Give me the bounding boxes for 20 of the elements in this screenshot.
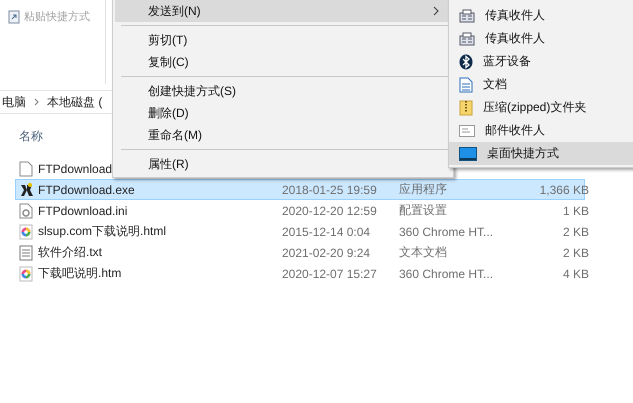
- file-name: FTPdownload.exe: [38, 182, 135, 196]
- file-size: 2 KB: [562, 246, 589, 260]
- file-name: slsup.com下载说明.html: [38, 223, 166, 240]
- file-date: 2015-12-14 0:04: [282, 224, 370, 238]
- file-type: 360 Chrome HT...: [399, 224, 494, 238]
- file-name: 软件介绍.txt: [38, 244, 102, 261]
- file-date: 2020-12-07 15:27: [282, 266, 377, 280]
- file-name: FTPdownload.ini: [38, 204, 128, 218]
- file-date: 2020-12-20 12:59: [282, 204, 377, 218]
- file-date: 2021-02-20 9:24: [282, 246, 370, 260]
- file-name: 下载吧说明.htm: [38, 265, 122, 282]
- file-type: 360 Chrome HT...: [399, 266, 494, 280]
- file-size: 2 KB: [562, 224, 589, 238]
- file-type: 配置设置: [399, 202, 447, 219]
- file-size: 1 KB: [562, 204, 589, 218]
- file-type: 文本文档: [399, 244, 447, 261]
- file-date: 2018-01-25 19:59: [282, 182, 377, 196]
- file-name: FTPdownload: [38, 162, 112, 176]
- file-size: 4 KB: [562, 266, 589, 280]
- file-type: 应用程序: [399, 181, 447, 198]
